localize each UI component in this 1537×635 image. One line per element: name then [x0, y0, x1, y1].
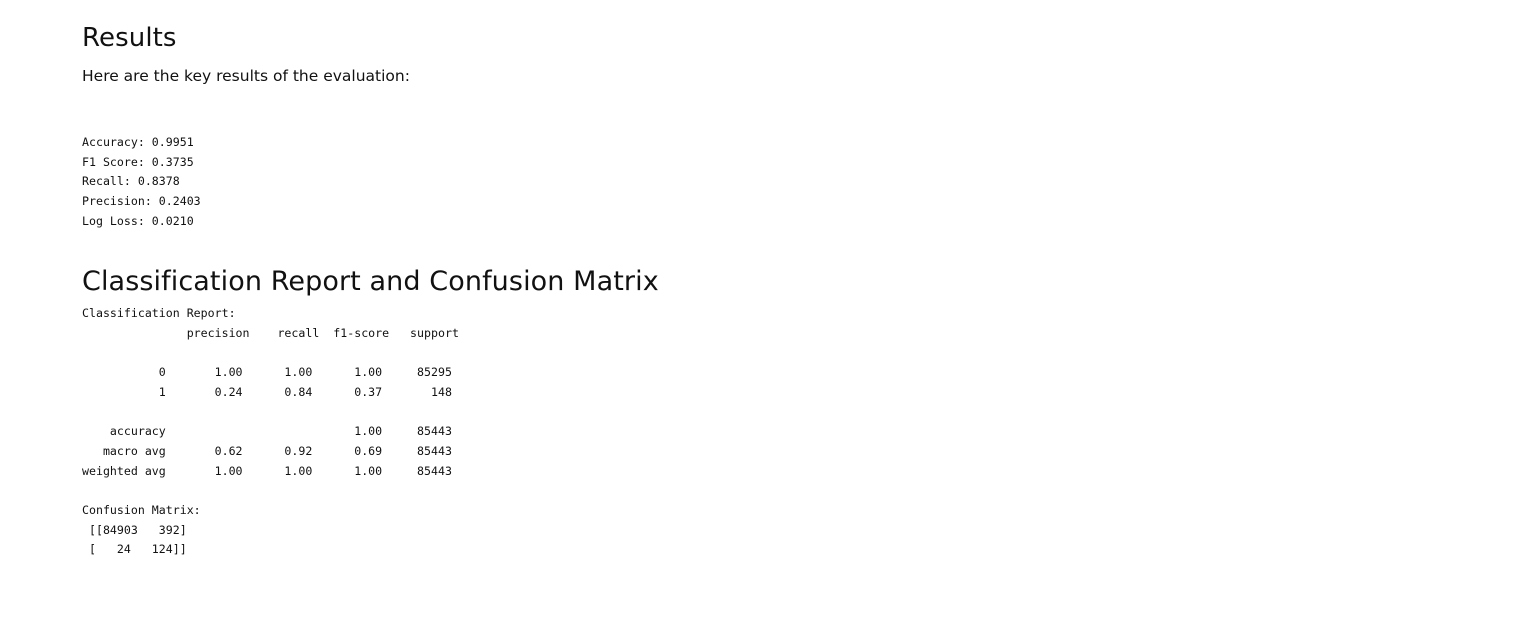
metric-precision: Precision: 0.2403 — [82, 194, 201, 209]
report-accuracy-line: accuracy 1.00 85443 — [82, 424, 452, 439]
report-weighted-avg-line: weighted avg 1.00 1.00 1.00 85443 — [82, 463, 452, 478]
report-header-line: precision recall f1-score support — [82, 325, 459, 340]
confusion-matrix-title-line: Confusion Matrix: — [82, 503, 201, 518]
report-title-line: Classification Report: — [82, 306, 236, 320]
confusion-matrix-row-2: [ 24 124]] — [82, 542, 187, 557]
metric-recall: Recall: 0.8378 — [82, 174, 180, 189]
metric-accuracy: Accuracy: 0.9951 — [82, 135, 194, 149]
metric-f1-score: F1 Score: 0.3735 — [82, 154, 194, 169]
classification-report-output: Classification Report: precision recall … — [82, 304, 459, 560]
report-class-0-line: 0 1.00 1.00 1.00 85295 — [82, 365, 452, 380]
metric-log-loss: Log Loss: 0.0210 — [82, 213, 194, 228]
metrics-output: Accuracy: 0.9951 F1 Score: 0.3735 Recall… — [82, 133, 201, 232]
results-intro-text: Here are the key results of the evaluati… — [82, 67, 410, 85]
classification-report-heading: Classification Report and Confusion Matr… — [82, 266, 659, 297]
report-class-1-line: 1 0.24 0.84 0.37 148 — [82, 384, 452, 399]
confusion-matrix-row-1: [[84903 392] — [82, 522, 187, 537]
results-heading: Results — [82, 23, 177, 53]
report-macro-avg-line: macro avg 0.62 0.92 0.69 85443 — [82, 443, 452, 458]
